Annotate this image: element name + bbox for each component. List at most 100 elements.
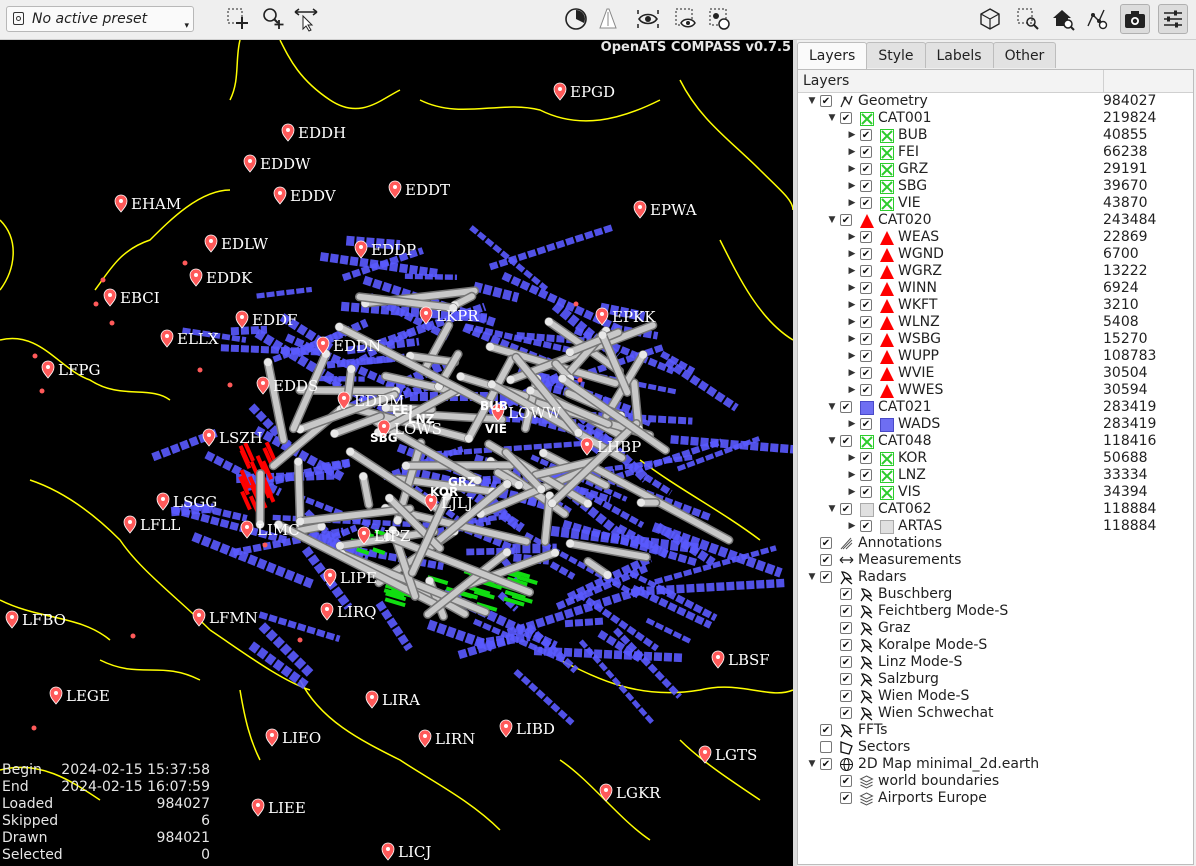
header-count[interactable] xyxy=(1104,70,1110,92)
layer-checkbox[interactable]: ✔ xyxy=(840,639,852,651)
chevron-right-icon[interactable]: ▶ xyxy=(846,263,858,280)
layer-checkbox[interactable]: ✔ xyxy=(860,248,872,260)
layer-row-airports-europe[interactable]: ✔ Airports Europe xyxy=(798,790,1193,807)
chevron-right-icon[interactable]: ▶ xyxy=(846,297,858,314)
settings-sliders-button[interactable] xyxy=(1158,4,1188,34)
layer-checkbox[interactable]: ✔ xyxy=(860,197,872,209)
layer-row-2d-map-minimal-2d-earth[interactable]: ▼ ✔ 2D Map minimal_2d.earth xyxy=(798,756,1193,773)
frame-axes-button[interactable] xyxy=(975,4,1005,34)
layer-checkbox[interactable]: ✔ xyxy=(840,673,852,685)
layer-checkbox[interactable]: ✔ xyxy=(840,792,852,804)
layer-checkbox[interactable]: ✔ xyxy=(820,537,832,549)
layer-row-wlnz[interactable]: ▶ ✔ WLNZ 5408 xyxy=(798,314,1193,331)
layer-row-graz[interactable]: ✔ Graz xyxy=(798,620,1193,637)
layer-checkbox[interactable]: ✔ xyxy=(860,129,872,141)
layer-checkbox[interactable]: ✔ xyxy=(860,231,872,243)
layer-checkbox[interactable]: ✔ xyxy=(840,622,852,634)
layer-checkbox[interactable]: ✔ xyxy=(860,180,872,192)
layer-row-cat062[interactable]: ▼ ✔ CAT062 118884 xyxy=(798,501,1193,518)
layer-checkbox[interactable]: ✔ xyxy=(860,384,872,396)
tab-layers[interactable]: Layers xyxy=(797,42,868,70)
layer-checkbox[interactable]: ✔ xyxy=(840,588,852,600)
chevron-right-icon[interactable]: ▶ xyxy=(846,127,858,144)
layer-row-annotations[interactable]: ✔ Annotations xyxy=(798,535,1193,552)
ruler-measure-button[interactable] xyxy=(593,4,623,34)
layer-row-geometry[interactable]: ▼ ✔ Geometry 984027 xyxy=(798,93,1193,110)
layer-row-vis[interactable]: ▶ ✔ VIS 34394 xyxy=(798,484,1193,501)
layer-checkbox[interactable]: ✔ xyxy=(860,333,872,345)
layer-checkbox[interactable]: ✔ xyxy=(840,707,852,719)
layer-checkbox[interactable]: ✔ xyxy=(860,486,872,498)
layer-checkbox[interactable]: ✔ xyxy=(840,503,852,515)
layer-checkbox[interactable]: ✔ xyxy=(860,265,872,277)
layer-row-lnz[interactable]: ▶ ✔ LNZ 33334 xyxy=(798,467,1193,484)
chevron-right-icon[interactable]: ▶ xyxy=(846,229,858,246)
layer-checkbox[interactable] xyxy=(820,741,832,753)
layer-row-salzburg[interactable]: ✔ Salzburg xyxy=(798,671,1193,688)
layer-row-wkft[interactable]: ▶ ✔ WKFT 3210 xyxy=(798,297,1193,314)
layer-checkbox[interactable]: ✔ xyxy=(840,775,852,787)
layer-checkbox[interactable]: ✔ xyxy=(840,112,852,124)
layer-row-cat021[interactable]: ▼ ✔ CAT021 283419 xyxy=(798,399,1193,416)
layer-checkbox[interactable]: ✔ xyxy=(860,316,872,328)
pan-cursor-button[interactable] xyxy=(291,4,321,34)
chevron-down-icon[interactable]: ▼ xyxy=(826,501,838,518)
geographic-view[interactable]: EPGD EDDH EDDW EDDT EDDV EHAM EPWA EDLW EDDP EDDK… xyxy=(0,40,793,866)
layer-row-radars[interactable]: ▼ ✔ Radars xyxy=(798,569,1193,586)
layer-row-cat048[interactable]: ▼ ✔ CAT048 118416 xyxy=(798,433,1193,450)
chevron-down-icon[interactable]: ▼ xyxy=(806,93,818,110)
layer-checkbox[interactable]: ✔ xyxy=(820,571,832,583)
layer-row-fei[interactable]: ▶ ✔ FEI 66238 xyxy=(798,144,1193,161)
tab-labels[interactable]: Labels xyxy=(924,42,994,68)
camera-button[interactable] xyxy=(1120,4,1150,34)
layer-row-wads[interactable]: ▶ ✔ WADS 283419 xyxy=(798,416,1193,433)
layer-row-wvie[interactable]: ▶ ✔ WVIE 30504 xyxy=(798,365,1193,382)
layer-checkbox[interactable]: ✔ xyxy=(860,163,872,175)
graph-zoom-button[interactable] xyxy=(1082,4,1112,34)
layer-checkbox[interactable]: ✔ xyxy=(860,520,872,532)
chevron-down-icon[interactable]: ▼ xyxy=(826,399,838,416)
layer-checkbox[interactable]: ✔ xyxy=(860,282,872,294)
home-zoom-button[interactable] xyxy=(1048,4,1078,34)
layer-checkbox[interactable]: ✔ xyxy=(820,554,832,566)
zoom-add-button[interactable] xyxy=(258,4,288,34)
layer-row-koralpe-mode-s[interactable]: ✔ Koralpe Mode-S xyxy=(798,637,1193,654)
layer-checkbox[interactable]: ✔ xyxy=(840,605,852,617)
layer-row-wien-schwechat[interactable]: ✔ Wien Schwechat xyxy=(798,705,1193,722)
layer-row-feichtberg-mode-s[interactable]: ✔ Feichtberg Mode-S xyxy=(798,603,1193,620)
chevron-down-icon[interactable]: ▼ xyxy=(806,569,818,586)
chevron-down-icon[interactable]: ▼ xyxy=(826,433,838,450)
layer-row-world-boundaries[interactable]: ✔ world boundaries xyxy=(798,773,1193,790)
layer-row-grz[interactable]: ▶ ✔ GRZ 29191 xyxy=(798,161,1193,178)
layer-row-ffts[interactable]: ✔ FFTs xyxy=(798,722,1193,739)
layer-row-buschberg[interactable]: ✔ Buschberg xyxy=(798,586,1193,603)
layers-tree[interactable]: Layers ▼ ✔ Geometry 984027 ▼ ✔ CAT001 219824 ▶ ✔ B… xyxy=(797,69,1194,865)
eye-box-button[interactable] xyxy=(671,4,701,34)
layer-checkbox[interactable]: ✔ xyxy=(860,367,872,379)
layer-checkbox[interactable]: ✔ xyxy=(860,146,872,158)
layer-row-wien-mode-s[interactable]: ✔ Wien Mode-S xyxy=(798,688,1193,705)
chevron-right-icon[interactable]: ▶ xyxy=(846,314,858,331)
time-clock-button[interactable] xyxy=(561,4,591,34)
layer-checkbox[interactable]: ✔ xyxy=(820,724,832,736)
chevron-right-icon[interactable]: ▶ xyxy=(846,518,858,535)
layer-checkbox[interactable]: ✔ xyxy=(820,758,832,770)
layer-row-wgnd[interactable]: ▶ ✔ WGND 6700 xyxy=(798,246,1193,263)
layer-row-linz-mode-s[interactable]: ✔ Linz Mode-S xyxy=(798,654,1193,671)
chevron-right-icon[interactable]: ▶ xyxy=(846,331,858,348)
chevron-right-icon[interactable]: ▶ xyxy=(846,280,858,297)
preset-selector[interactable]: No active preset ▾ xyxy=(6,6,194,32)
select-rect-button[interactable] xyxy=(223,4,253,34)
chevron-down-icon[interactable]: ▼ xyxy=(806,756,818,773)
layer-row-vie[interactable]: ▶ ✔ VIE 43870 xyxy=(798,195,1193,212)
layer-checkbox[interactable]: ✔ xyxy=(840,401,852,413)
eye-view-button[interactable] xyxy=(633,4,663,34)
map-canvas[interactable]: EPGD EDDH EDDW EDDT EDDV EHAM EPWA EDLW EDDP EDDK… xyxy=(0,40,793,866)
layer-checkbox[interactable]: ✔ xyxy=(860,469,872,481)
chevron-right-icon[interactable]: ▶ xyxy=(846,450,858,467)
chevron-right-icon[interactable]: ▶ xyxy=(846,348,858,365)
layer-row-measurements[interactable]: ✔ Measurements xyxy=(798,552,1193,569)
chevron-right-icon[interactable]: ▶ xyxy=(846,365,858,382)
layer-row-bub[interactable]: ▶ ✔ BUB 40855 xyxy=(798,127,1193,144)
layer-row-weas[interactable]: ▶ ✔ WEAS 22869 xyxy=(798,229,1193,246)
